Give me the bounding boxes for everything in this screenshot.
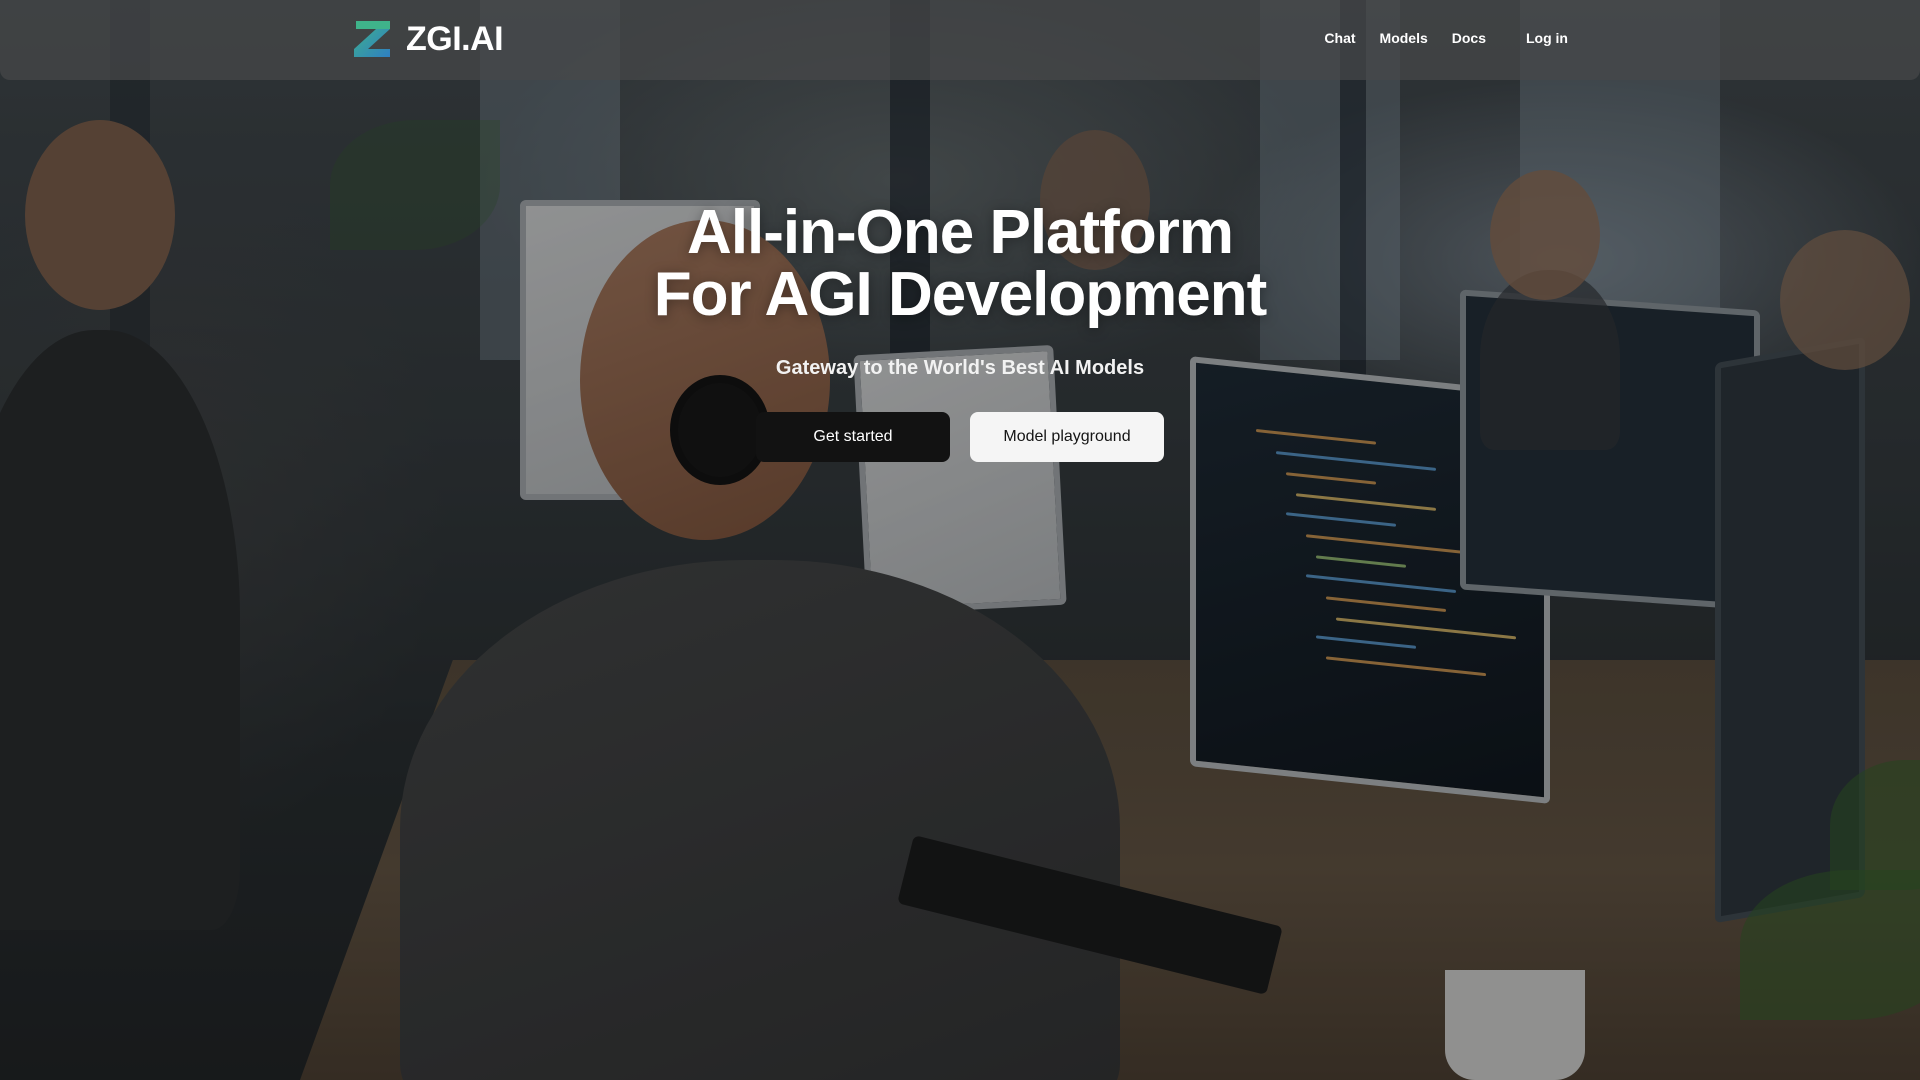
landing-page: ZGI.AI Chat Models Docs Log in All-in-On…: [0, 0, 1920, 1080]
hero-subtitle: Gateway to the World's Best AI Models: [775, 357, 1145, 379]
hero-section: All-in-One Platform For AGI Development …: [0, 202, 1920, 462]
hero-title: All-in-One Platform For AGI Development: [0, 202, 1920, 326]
nav-link-chat[interactable]: Chat: [1324, 30, 1355, 46]
zgi-logo-icon: [354, 21, 390, 57]
get-started-button[interactable]: Get started: [756, 412, 950, 462]
brand-name: ZGI.AI: [406, 19, 504, 58]
nav-link-docs[interactable]: Docs: [1452, 30, 1486, 46]
brand-logo[interactable]: ZGI.AI: [352, 19, 504, 59]
hero-title-line-1: All-in-One Platform: [687, 198, 1234, 267]
hero-cta-group: Get started Model playground: [0, 412, 1920, 462]
login-link[interactable]: Log in: [1526, 30, 1568, 46]
model-playground-button[interactable]: Model playground: [970, 412, 1164, 462]
nav-link-models[interactable]: Models: [1380, 30, 1428, 46]
main-nav: Chat Models Docs Log in: [1300, 30, 1568, 46]
hero-background-photo: [0, 0, 1920, 1080]
top-navbar: ZGI.AI Chat Models Docs Log in: [0, 0, 1920, 80]
hero-title-line-2: For AGI Development: [653, 260, 1268, 329]
